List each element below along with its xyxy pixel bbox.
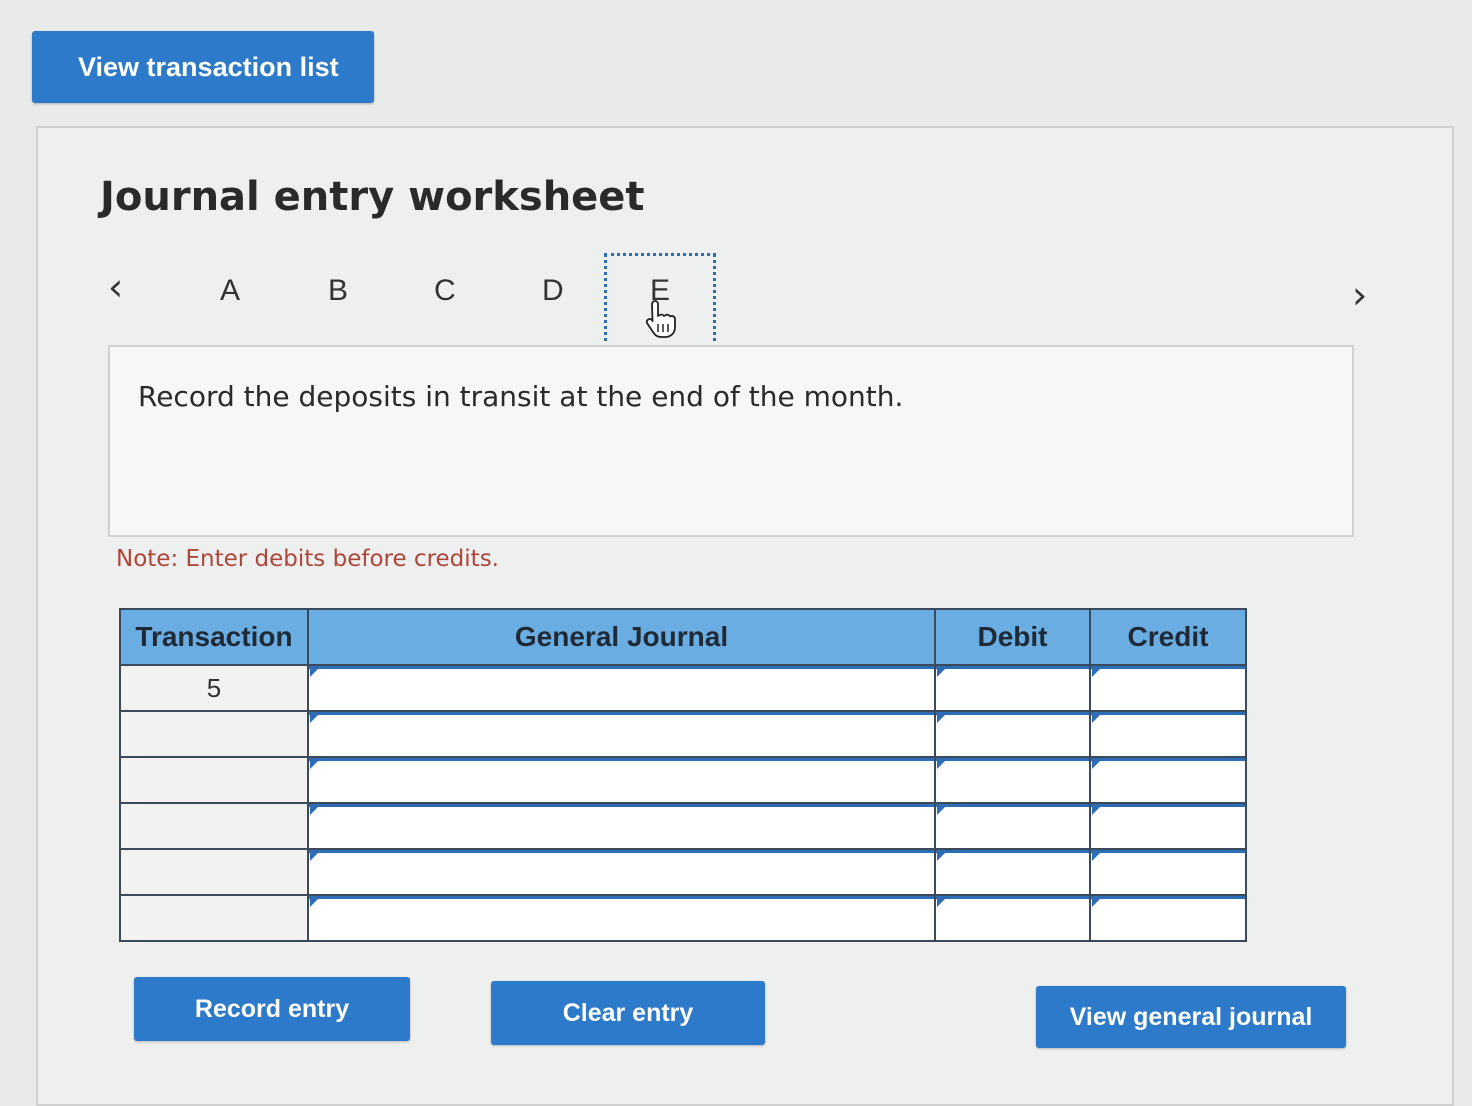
- credit-value[interactable]: [1091, 758, 1245, 802]
- instruction-box: [108, 345, 1354, 537]
- account-dropdown[interactable]: [307, 802, 936, 850]
- tab-d[interactable]: D: [542, 274, 564, 308]
- input-marker-icon: [1092, 759, 1102, 769]
- credit-input[interactable]: [1089, 710, 1247, 758]
- debit-input[interactable]: [934, 710, 1091, 758]
- tab-c[interactable]: C: [434, 274, 456, 308]
- view-transaction-list-button[interactable]: View transaction list: [32, 31, 374, 103]
- header-general-journal: General Journal: [307, 608, 936, 666]
- transaction-cell: [119, 802, 309, 850]
- input-marker-icon: [1092, 713, 1102, 723]
- debit-input[interactable]: [934, 664, 1091, 712]
- debit-input[interactable]: [934, 756, 1091, 804]
- credit-input[interactable]: [1089, 894, 1247, 942]
- debit-value[interactable]: [936, 712, 1089, 756]
- header-transaction: Transaction: [119, 608, 309, 666]
- table-row: [119, 802, 1247, 850]
- credit-input[interactable]: [1089, 802, 1247, 850]
- table-row: [119, 710, 1247, 758]
- tab-a[interactable]: A: [220, 274, 240, 308]
- transaction-cell: [119, 710, 309, 758]
- input-marker-icon: [1092, 667, 1102, 677]
- credit-input[interactable]: [1089, 756, 1247, 804]
- input-marker-icon: [1092, 897, 1102, 907]
- account-input[interactable]: [309, 666, 934, 710]
- account-dropdown[interactable]: [307, 894, 936, 942]
- dropdown-marker-icon: [310, 851, 320, 861]
- dropdown-marker-icon: [310, 759, 320, 769]
- account-dropdown[interactable]: [307, 710, 936, 758]
- input-marker-icon: [937, 713, 947, 723]
- table-row: [119, 894, 1247, 942]
- instruction-text: Record the deposits in transit at the en…: [138, 380, 904, 413]
- credit-value[interactable]: [1091, 850, 1245, 894]
- account-input[interactable]: [309, 896, 934, 940]
- table-row: [119, 756, 1247, 804]
- transaction-cell: [119, 894, 309, 942]
- view-general-journal-button[interactable]: View general journal: [1036, 986, 1346, 1048]
- tab-b[interactable]: B: [328, 274, 348, 308]
- debit-value[interactable]: [936, 804, 1089, 848]
- input-marker-icon: [937, 805, 947, 815]
- table-row: 5: [119, 664, 1247, 712]
- page-title: Journal entry worksheet: [100, 174, 645, 220]
- debit-value[interactable]: [936, 758, 1089, 802]
- account-dropdown[interactable]: [307, 664, 936, 712]
- credit-value[interactable]: [1091, 712, 1245, 756]
- hand-pointer-icon: [640, 300, 676, 344]
- dropdown-marker-icon: [310, 713, 320, 723]
- record-entry-button[interactable]: Record entry: [134, 977, 410, 1041]
- transaction-cell: 5: [119, 664, 309, 712]
- input-marker-icon: [1092, 851, 1102, 861]
- input-marker-icon: [937, 759, 947, 769]
- chevron-right-icon[interactable]: ›: [1352, 276, 1367, 314]
- credit-value[interactable]: [1091, 666, 1245, 710]
- credit-input[interactable]: [1089, 848, 1247, 896]
- account-dropdown[interactable]: [307, 848, 936, 896]
- table-row: [119, 848, 1247, 896]
- input-marker-icon: [937, 667, 947, 677]
- dropdown-marker-icon: [310, 667, 320, 677]
- note-text: Note: Enter debits before credits.: [116, 546, 499, 572]
- account-input[interactable]: [309, 804, 934, 848]
- input-marker-icon: [1092, 805, 1102, 815]
- debit-value[interactable]: [936, 896, 1089, 940]
- dropdown-marker-icon: [310, 897, 320, 907]
- input-marker-icon: [937, 851, 947, 861]
- journal-table: Transaction General Journal Debit Credit…: [119, 608, 1247, 942]
- debit-input[interactable]: [934, 802, 1091, 850]
- debit-input[interactable]: [934, 848, 1091, 896]
- clear-entry-button[interactable]: Clear entry: [491, 981, 765, 1045]
- debit-input[interactable]: [934, 894, 1091, 942]
- credit-input[interactable]: [1089, 664, 1247, 712]
- credit-value[interactable]: [1091, 896, 1245, 940]
- header-credit: Credit: [1089, 608, 1247, 666]
- header-debit: Debit: [934, 608, 1091, 666]
- debit-value[interactable]: [936, 850, 1089, 894]
- account-input[interactable]: [309, 850, 934, 894]
- credit-value[interactable]: [1091, 804, 1245, 848]
- account-input[interactable]: [309, 712, 934, 756]
- input-marker-icon: [937, 897, 947, 907]
- account-dropdown[interactable]: [307, 756, 936, 804]
- chevron-left-icon[interactable]: ‹: [108, 268, 123, 306]
- debit-value[interactable]: [936, 666, 1089, 710]
- account-input[interactable]: [309, 758, 934, 802]
- transaction-cell: [119, 848, 309, 896]
- journal-header-row: Transaction General Journal Debit Credit: [119, 608, 1247, 666]
- transaction-cell: [119, 756, 309, 804]
- dropdown-marker-icon: [310, 805, 320, 815]
